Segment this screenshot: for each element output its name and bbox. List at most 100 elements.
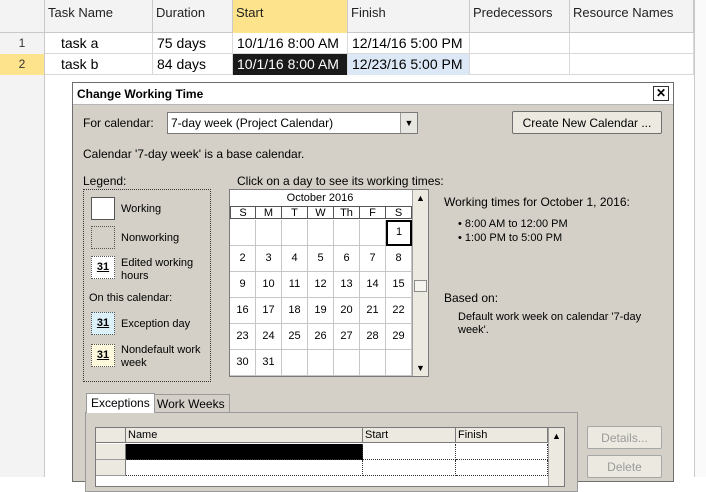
row-number[interactable]: 1 xyxy=(0,33,45,54)
calendar-day[interactable]: 25 xyxy=(282,324,308,350)
calendar-day[interactable]: 26 xyxy=(308,324,334,350)
calendar-day[interactable]: 9 xyxy=(230,272,256,298)
tab-exceptions[interactable]: Exceptions xyxy=(86,393,155,413)
calendar-empty-cell xyxy=(308,350,334,376)
select-all-corner[interactable] xyxy=(0,0,45,33)
exception-start-cell[interactable] xyxy=(363,460,456,476)
predecessors-cell[interactable] xyxy=(470,33,570,54)
column-header-finish[interactable]: Finish xyxy=(348,0,470,33)
task-name-cell[interactable]: task a xyxy=(45,33,153,54)
legend-nonworking-label: Nonworking xyxy=(121,232,180,244)
dialog-title: Change Working Time xyxy=(77,87,204,101)
calendar-day[interactable]: 19 xyxy=(308,298,334,324)
exception-name-cell[interactable] xyxy=(126,460,363,476)
calendar-month-title: October 2016 xyxy=(286,192,354,204)
table-header-name[interactable]: Name xyxy=(126,428,363,443)
calendar-day[interactable]: 15 xyxy=(386,272,412,298)
calendar-day[interactable]: 30 xyxy=(230,350,256,376)
finish-cell[interactable]: 12/23/16 5:00 PM xyxy=(348,54,470,75)
calendar-day[interactable]: 22 xyxy=(386,298,412,324)
calendar-day[interactable]: 23 xyxy=(230,324,256,350)
table-row-header[interactable] xyxy=(96,460,126,476)
calendar-day[interactable]: 18 xyxy=(282,298,308,324)
legend-nondefault-label-line1: Nondefault work xyxy=(121,344,201,356)
column-header-task-name[interactable]: Task Name xyxy=(45,0,153,33)
exception-name-cell[interactable] xyxy=(126,444,363,460)
dialog-titlebar[interactable]: Change Working Time ✕ xyxy=(73,83,673,105)
table-header-finish[interactable]: Finish xyxy=(456,428,548,443)
duration-cell[interactable]: 84 days xyxy=(153,54,233,75)
details-button[interactable]: Details... xyxy=(587,426,662,449)
column-header-start[interactable]: Start xyxy=(233,0,348,33)
table-row[interactable]: 2 task b 84 days 10/1/16 8:00 AM 12/23/1… xyxy=(0,54,706,75)
calendar-empty-cell xyxy=(256,220,282,246)
exception-start-cell[interactable] xyxy=(363,444,456,460)
exception-finish-cell[interactable] xyxy=(456,444,548,460)
row-number[interactable]: 2 xyxy=(0,54,45,75)
exception-day-swatch: 31 xyxy=(91,312,115,335)
calendar-day[interactable]: 13 xyxy=(334,272,360,298)
weekday-header: W xyxy=(308,206,334,219)
close-icon[interactable]: ✕ xyxy=(653,86,669,101)
based-on-label: Based on: xyxy=(444,291,499,305)
scroll-down-icon[interactable]: ▼ xyxy=(413,360,428,376)
table-row-header[interactable] xyxy=(96,444,126,460)
calendar-day[interactable]: 3 xyxy=(256,246,282,272)
tab-work-weeks[interactable]: Work Weeks xyxy=(152,394,230,413)
calendar-day[interactable]: 8 xyxy=(386,246,412,272)
start-cell-selected[interactable]: 10/1/16 8:00 AM xyxy=(233,54,348,75)
calendar-scrollbar[interactable]: ▲ ▼ xyxy=(412,190,428,376)
calendar-day[interactable]: 21 xyxy=(360,298,386,324)
column-header-predecessors[interactable]: Predecessors xyxy=(470,0,570,33)
calendar-day[interactable]: 16 xyxy=(230,298,256,324)
month-calendar[interactable]: October 2016 S M T W Th F S 1 2 3 4 5 6 7 8 9 10 11 12 13 14… xyxy=(229,189,429,377)
working-swatch xyxy=(91,197,115,220)
predecessors-cell[interactable] xyxy=(470,54,570,75)
scroll-up-icon[interactable]: ▲ xyxy=(549,428,564,444)
chevron-down-icon[interactable]: ▼ xyxy=(400,113,417,133)
for-calendar-label: For calendar: xyxy=(83,116,154,130)
calendar-day[interactable]: 10 xyxy=(256,272,282,298)
calendar-day[interactable]: 29 xyxy=(386,324,412,350)
calendar-day[interactable]: 12 xyxy=(308,272,334,298)
table-header-start[interactable]: Start xyxy=(363,428,456,443)
resource-names-cell[interactable] xyxy=(570,33,694,54)
scroll-up-icon[interactable]: ▲ xyxy=(413,190,428,206)
finish-cell[interactable]: 12/14/16 5:00 PM xyxy=(348,33,470,54)
exceptions-table[interactable]: Name Start Finish ▲ xyxy=(95,427,565,487)
calendar-day[interactable]: 7 xyxy=(360,246,386,272)
calendar-day[interactable]: 24 xyxy=(256,324,282,350)
calendar-day[interactable]: 28 xyxy=(360,324,386,350)
calendar-day[interactable]: 2 xyxy=(230,246,256,272)
duration-cell[interactable]: 75 days xyxy=(153,33,233,54)
create-new-calendar-button[interactable]: Create New Calendar ... xyxy=(512,111,662,134)
table-scrollbar[interactable]: ▲ xyxy=(548,428,564,486)
calendar-day[interactable]: 31 xyxy=(256,350,282,376)
weekday-header: F xyxy=(360,206,386,219)
scroll-thumb[interactable] xyxy=(414,280,427,292)
delete-button[interactable]: Delete xyxy=(587,455,662,478)
calendar-day[interactable]: 17 xyxy=(256,298,282,324)
calendar-select-value: 7-day week (Project Calendar) xyxy=(171,116,334,130)
calendar-empty-cell xyxy=(334,220,360,246)
grid-header: Task Name Duration Start Finish Predeces… xyxy=(0,0,706,33)
calendar-day[interactable]: 11 xyxy=(282,272,308,298)
calendar-day[interactable]: 1 xyxy=(386,220,412,246)
resource-names-cell[interactable] xyxy=(570,54,694,75)
column-header-duration[interactable]: Duration xyxy=(153,0,233,33)
table-corner xyxy=(96,428,126,443)
exception-finish-cell[interactable] xyxy=(456,460,548,476)
task-name-cell[interactable]: task b xyxy=(45,54,153,75)
calendar-day[interactable]: 27 xyxy=(334,324,360,350)
base-calendar-note: Calendar '7-day week' is a base calendar… xyxy=(83,147,305,161)
start-cell[interactable]: 10/1/16 8:00 AM xyxy=(233,33,348,54)
column-header-resource-names[interactable]: Resource Names xyxy=(570,0,694,33)
calendar-day[interactable]: 4 xyxy=(282,246,308,272)
calendar-day[interactable]: 5 xyxy=(308,246,334,272)
calendar-day[interactable]: 14 xyxy=(360,272,386,298)
calendar-select[interactable]: 7-day week (Project Calendar) ▼ xyxy=(167,112,418,134)
table-row[interactable]: 1 task a 75 days 10/1/16 8:00 AM 12/14/1… xyxy=(0,33,706,54)
calendar-empty-cell xyxy=(386,350,412,376)
calendar-day[interactable]: 6 xyxy=(334,246,360,272)
calendar-day[interactable]: 20 xyxy=(334,298,360,324)
